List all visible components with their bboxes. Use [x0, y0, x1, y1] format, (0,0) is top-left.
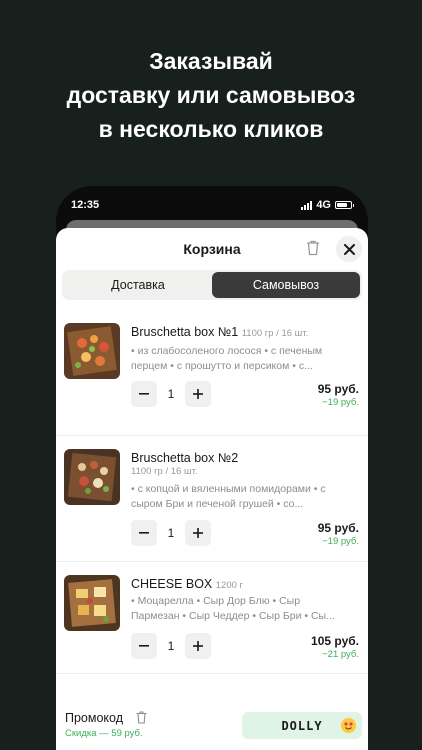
cart-title: Корзина — [183, 241, 241, 257]
network-label: 4G — [316, 199, 331, 211]
promo-discount: Скидка — 59 руб. — [65, 728, 143, 739]
item-description-line-2: сыром Бри и печеной грушей • со... — [131, 498, 304, 510]
item-description-line-1: • с копцой и вяленными помидорами • с — [131, 483, 326, 495]
status-time: 12:35 — [71, 199, 100, 211]
cart-header: Корзина — [56, 228, 368, 268]
cart-item: CHEESE BOX 1200 г • Моцарелла • Сыр Дор … — [56, 562, 368, 674]
item-description-line-1: • Моцарелла • Сыр Дор Блю • Сыр — [131, 595, 301, 607]
status-bar: 12:35 4G — [56, 186, 368, 224]
trash-icon — [307, 240, 319, 256]
decrease-button[interactable] — [131, 633, 157, 659]
product-image — [64, 323, 120, 379]
minus-icon — [139, 532, 149, 534]
clear-cart-button[interactable] — [306, 240, 320, 256]
increase-button[interactable] — [185, 381, 211, 407]
close-icon — [343, 243, 355, 255]
item-price: 95 руб. — [317, 382, 359, 396]
item-discount: −19 руб. — [322, 536, 359, 547]
item-name: Bruschetta box №2 — [131, 451, 239, 465]
cart-sheet: Корзина Доставка Самовывоз Bruschetta bo… — [56, 228, 368, 750]
quantity-value: 1 — [167, 526, 175, 540]
fulfillment-tabs: Доставка Самовывоз — [62, 270, 362, 300]
plus-icon — [193, 641, 203, 651]
decrease-button[interactable] — [131, 381, 157, 407]
promo-section: Промокод Скидка — 59 руб. DOLLY — [56, 698, 368, 742]
remove-promo-button[interactable] — [136, 711, 147, 724]
item-weight: 1100 гр / 16 шт. — [131, 466, 198, 477]
cart-item: Bruschetta box №1 1100 гр / 16 шт. • из … — [56, 310, 368, 436]
product-image — [64, 575, 120, 631]
signal-icon — [301, 200, 313, 210]
tab-pickup[interactable]: Самовывоз — [212, 272, 360, 298]
quantity-stepper: 1 — [131, 381, 211, 407]
quantity-value: 1 — [167, 387, 175, 401]
cart-item: Bruschetta box №2 1100 гр / 16 шт. • с к… — [56, 436, 368, 562]
trash-icon — [136, 711, 147, 724]
item-name: CHEESE BOX — [131, 577, 213, 591]
headline-line-1: Заказывай — [149, 48, 273, 74]
increase-button[interactable] — [185, 520, 211, 546]
item-name: Bruschetta box №1 — [131, 325, 239, 339]
phone-frame: 12:35 4G Корзина Доставка Самовывоз Brus… — [56, 186, 368, 750]
plus-icon — [193, 528, 203, 538]
minus-icon — [139, 645, 149, 647]
close-button[interactable] — [336, 236, 362, 262]
item-price: 95 руб. — [317, 521, 359, 535]
item-weight: 1100 гр / 16 шт. — [241, 328, 309, 339]
item-weight: 1200 г — [215, 580, 244, 591]
battery-icon — [335, 201, 354, 209]
headline-line-3: в несколько кликов — [98, 116, 324, 142]
headline-line-2: доставку или самовывоз — [66, 82, 356, 108]
tab-delivery[interactable]: Доставка — [64, 272, 212, 298]
status-indicators: 4G — [301, 199, 354, 211]
item-discount: −19 руб. — [322, 397, 359, 408]
item-price: 105 руб. — [311, 634, 359, 648]
promo-code-field[interactable]: DOLLY — [242, 712, 362, 739]
smile-emoji-icon — [341, 718, 356, 733]
quantity-stepper: 1 — [131, 633, 211, 659]
quantity-value: 1 — [167, 639, 175, 653]
item-description-line-2: Пармезан • Сыр Чеддер • Сыр Бри • Сы... — [131, 610, 335, 622]
item-description-line-1: • из слабосоленого лосося • с печеным — [131, 345, 323, 357]
quantity-stepper: 1 — [131, 520, 211, 546]
minus-icon — [139, 393, 149, 395]
cart-items: Bruschetta box №1 1100 гр / 16 шт. • из … — [56, 310, 368, 674]
promo-label: Промокод — [65, 711, 124, 725]
product-image — [64, 449, 120, 505]
promo-headline: Заказывай доставку или самовывоз в неско… — [0, 44, 422, 146]
decrease-button[interactable] — [131, 520, 157, 546]
plus-icon — [193, 389, 203, 399]
item-description-line-2: перцем • с прошутто и персиком • с... — [131, 360, 313, 372]
increase-button[interactable] — [185, 633, 211, 659]
item-discount: −21 руб. — [322, 649, 359, 660]
promo-code-value: DOLLY — [281, 718, 323, 733]
